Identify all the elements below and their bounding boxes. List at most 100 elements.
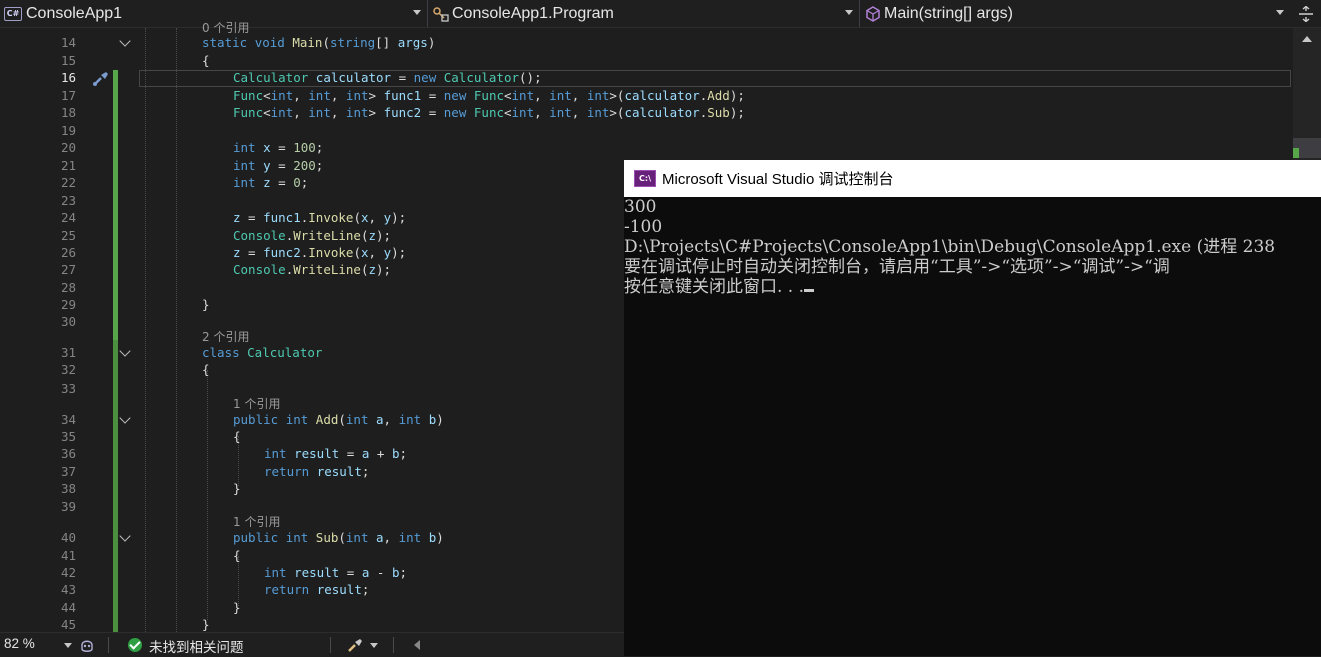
code-text: int result = a - b;: [264, 565, 408, 580]
line-number: 32: [60, 362, 76, 377]
code-text: return result;: [264, 582, 370, 597]
line-number: 44: [60, 600, 76, 615]
line-number: 23: [60, 193, 76, 208]
line-number: 42: [60, 565, 76, 580]
codelens-references[interactable]: 2 个引用: [202, 329, 249, 346]
codelens-references[interactable]: 1 个引用: [233, 514, 280, 531]
line-number: 36: [60, 446, 76, 461]
code-text: int x = 100;: [233, 140, 324, 155]
scrollbar-change-marker: [1293, 148, 1299, 158]
console-line: D:\Projects\C#Projects\ConsoleApp1\bin\D…: [624, 237, 1276, 257]
fold-chevron-icon[interactable]: [119, 35, 131, 47]
scroll-left-arrow-icon[interactable]: [414, 640, 420, 650]
line-number: 35: [60, 429, 76, 444]
fold-chevron-icon[interactable]: [119, 345, 131, 357]
codelens-references[interactable]: 0 个引用: [202, 20, 249, 37]
class-icon: [433, 6, 449, 22]
line-number: 40: [60, 530, 76, 545]
line-number: 26: [60, 245, 76, 260]
zoom-level[interactable]: 82 %: [4, 636, 35, 651]
zoom-dropdown-icon[interactable]: [64, 643, 72, 648]
code-text: {: [233, 548, 241, 563]
line-number: 24: [60, 210, 76, 225]
code-text: Func<int, int, int> func2 = new Func<int…: [233, 105, 745, 120]
line-number: 27: [60, 262, 76, 277]
code-line[interactable]: 17 Func<int, int, int> func1 = new Func<i…: [0, 87, 1293, 104]
code-cleanup-brush-icon[interactable]: [347, 637, 363, 653]
code-text: Console.WriteLine(z);: [233, 228, 392, 243]
line-number: 15: [60, 53, 76, 68]
code-text: public int Sub(int a, int b): [233, 530, 444, 545]
cleanup-dropdown-icon[interactable]: [370, 643, 378, 648]
split-icon: [1298, 5, 1313, 22]
code-text: return result;: [264, 464, 370, 479]
code-text: z = func2.Invoke(x, y);: [233, 245, 407, 260]
line-number: 22: [60, 175, 76, 190]
split-editor-button[interactable]: [1290, 0, 1321, 27]
navigation-bar: C# ConsoleApp1 ConsoleApp1.Program Main(…: [0, 0, 1321, 28]
code-line[interactable]: 14 static void Main(string[] args): [0, 34, 1293, 51]
code-text: int y = 200;: [233, 158, 324, 173]
code-line[interactable]: 18 Func<int, int, int> func2 = new Func<i…: [0, 104, 1293, 121]
line-number: 20: [60, 140, 76, 155]
code-line[interactable]: 20 int x = 100;: [0, 139, 1293, 156]
line-number: 38: [60, 481, 76, 496]
line-number: 43: [60, 582, 76, 597]
scroll-up-arrow-icon[interactable]: [1302, 36, 1312, 42]
line-number: 37: [60, 464, 76, 479]
debug-console-window[interactable]: C:\ Microsoft Visual Studio 调试控制台 300 -10…: [624, 160, 1321, 656]
code-line[interactable]: 19: [0, 122, 1293, 139]
code-text: Console.WriteLine(z);: [233, 262, 392, 277]
method-icon: [866, 5, 880, 22]
fold-chevron-icon[interactable]: [119, 530, 131, 542]
fold-chevron-icon[interactable]: [119, 412, 131, 424]
code-text: }: [233, 481, 241, 496]
line-number: 14: [60, 35, 76, 50]
console-line: 要在调试停止时自动关闭控制台，请启用“工具”->“选项”->“调试”->“调: [624, 257, 1170, 277]
code-text: {: [202, 362, 210, 377]
console-app-icon: C:\: [634, 170, 656, 187]
line-number: 16: [60, 70, 76, 85]
code-text: class Calculator: [202, 345, 323, 360]
check-circle-icon: [128, 638, 142, 652]
code-text: Func<int, int, int> func1 = new Func<int…: [233, 88, 745, 103]
member-name: Main(string[] args): [884, 4, 1013, 22]
line-number: 30: [60, 314, 76, 329]
codelens-references[interactable]: 1 个引用: [233, 396, 280, 413]
line-number: 18: [60, 105, 76, 120]
code-text: }: [202, 617, 210, 632]
line-number: 21: [60, 158, 76, 173]
console-line: 按任意键关闭此窗口. . .: [624, 277, 1321, 297]
console-output[interactable]: 300 -100 D:\Projects\C#Projects\ConsoleApp…: [624, 197, 1321, 656]
console-title: Microsoft Visual Studio 调试控制台: [662, 171, 894, 188]
line-number: 34: [60, 412, 76, 427]
console-title-bar[interactable]: C:\ Microsoft Visual Studio 调试控制台: [624, 160, 1321, 197]
console-line: -100: [624, 217, 663, 237]
line-number: 45: [60, 617, 76, 632]
chevron-down-icon: [1276, 10, 1284, 15]
line-number: 31: [60, 345, 76, 360]
code-line[interactable]: 15 {: [0, 52, 1293, 69]
project-name: ConsoleApp1: [26, 4, 123, 22]
line-number: 25: [60, 228, 76, 243]
issues-status[interactable]: 未找到相关问题: [149, 636, 244, 656]
line-number: 17: [60, 88, 76, 103]
csharp-project-icon: C#: [4, 6, 22, 21]
code-text: {: [202, 53, 210, 68]
code-text: }: [233, 600, 241, 615]
code-text: int result = a + b;: [264, 446, 408, 461]
line-number: 19: [60, 123, 76, 138]
member-dropdown[interactable]: Main(string[] args): [860, 0, 1290, 27]
code-text: z = func1.Invoke(x, y);: [233, 210, 407, 225]
class-dropdown[interactable]: ConsoleApp1.Program: [428, 0, 860, 27]
line-number: 29: [60, 297, 76, 312]
code-text: }: [202, 297, 210, 312]
code-text: public int Add(int a, int b): [233, 412, 444, 427]
code-text: int z = 0;: [233, 175, 309, 190]
code-line[interactable]: 16 Calculator calculator = new Calculator…: [0, 69, 1293, 86]
status-separator: [393, 637, 394, 653]
copilot-icon[interactable]: [80, 637, 94, 653]
console-line: 300: [624, 197, 657, 217]
chevron-down-icon: [845, 10, 853, 15]
status-separator: [108, 637, 109, 653]
